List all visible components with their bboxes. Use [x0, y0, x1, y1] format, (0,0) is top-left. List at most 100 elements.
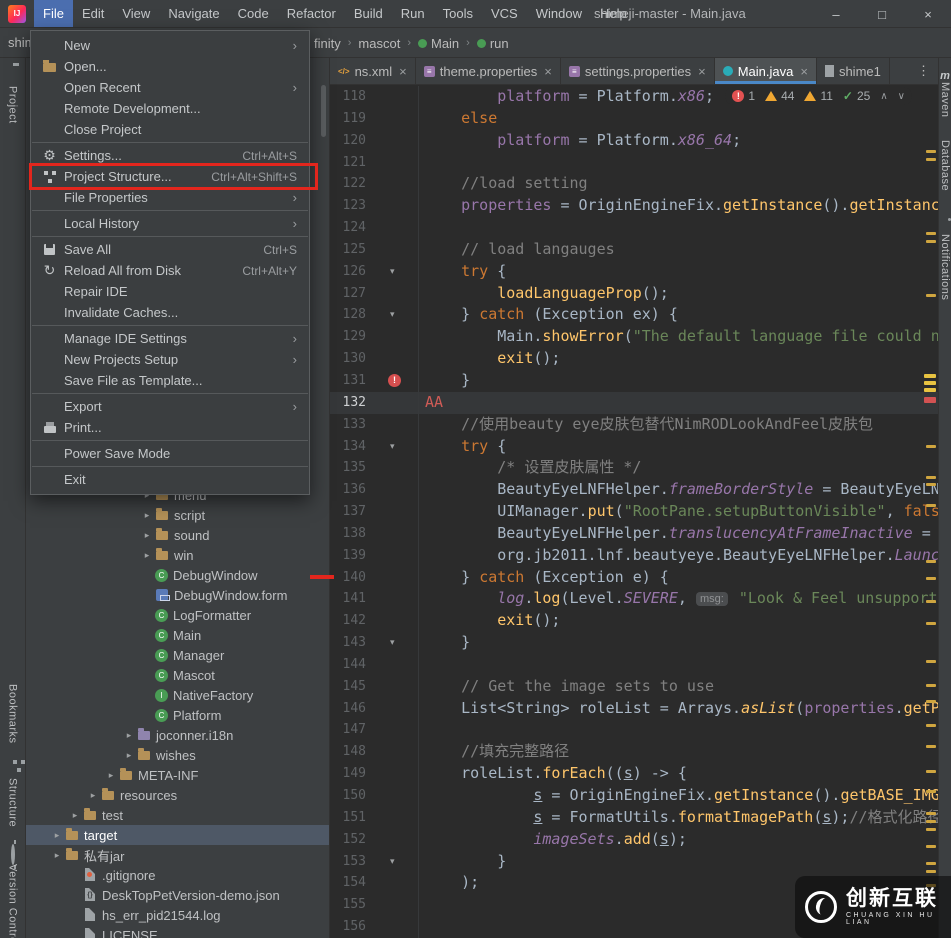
stripe-mark[interactable]: [926, 790, 936, 793]
tab-options-icon[interactable]: ⋮: [909, 58, 938, 84]
tree-item-test[interactable]: ▸test: [26, 805, 329, 825]
stripe-mark[interactable]: [926, 828, 936, 831]
tree-item-私有jar[interactable]: ▸私有jar: [26, 845, 329, 865]
stripe-mark[interactable]: [926, 812, 936, 815]
error-stripe[interactable]: [924, 85, 938, 938]
menu-item-repair-ide[interactable]: Repair IDE: [31, 281, 309, 302]
maximize-button[interactable]: □: [859, 0, 905, 28]
menu-code[interactable]: Code: [229, 0, 278, 27]
fold-icon[interactable]: ▾: [390, 436, 395, 458]
menu-item-open[interactable]: Open...: [31, 56, 309, 77]
stripe-mark[interactable]: [924, 381, 936, 385]
tab-main-java[interactable]: Main.java×: [715, 58, 817, 84]
stripe-mark[interactable]: [924, 374, 936, 378]
breadcrumb-item-run[interactable]: run: [477, 36, 509, 51]
tab-close-icon[interactable]: ×: [698, 64, 706, 79]
tree-item-meta-inf[interactable]: ▸META-INF: [26, 765, 329, 785]
tree-expand-icon[interactable]: ▸: [104, 770, 118, 781]
menu-refactor[interactable]: Refactor: [278, 0, 345, 27]
inspection-weak-warnings[interactable]: 11: [804, 89, 832, 103]
menu-view[interactable]: View: [113, 0, 159, 27]
menu-item-save-all[interactable]: Save AllCtrl+S: [31, 239, 309, 260]
sidebar-item-structure[interactable]: Structure: [7, 778, 19, 832]
tree-item-target[interactable]: ▸target: [26, 825, 329, 845]
stripe-mark[interactable]: [926, 622, 936, 625]
stripe-mark[interactable]: [924, 397, 936, 403]
menu-item-save-file-as-template[interactable]: Save File as Template...: [31, 370, 309, 391]
tree-item-win[interactable]: ▸win: [26, 545, 329, 565]
stripe-mark[interactable]: [926, 232, 936, 235]
menu-item-open-recent[interactable]: Open Recent›: [31, 77, 309, 98]
menu-navigate[interactable]: Navigate: [159, 0, 228, 27]
breadcrumb-item-mascot[interactable]: mascot: [358, 36, 400, 51]
tree-expand-icon[interactable]: ▸: [140, 530, 154, 541]
menu-build[interactable]: Build: [345, 0, 392, 27]
close-button[interactable]: ×: [905, 0, 951, 28]
stripe-mark[interactable]: [926, 745, 936, 748]
tab-ns-xml[interactable]: </>ns.xml×: [330, 58, 416, 84]
menu-item-file-properties[interactable]: File Properties›: [31, 187, 309, 208]
menu-item-exit[interactable]: Exit: [31, 469, 309, 490]
stripe-mark[interactable]: [926, 476, 936, 479]
menu-item-remote-development[interactable]: Remote Development...: [31, 98, 309, 119]
tree-item-gitignore[interactable]: .gitignore: [26, 865, 329, 885]
tree-item-mascot[interactable]: CMascot: [26, 665, 329, 685]
menu-file[interactable]: File: [34, 0, 73, 27]
tree-item-script[interactable]: ▸script: [26, 505, 329, 525]
tree-item-debugwindow-form[interactable]: DebugWindow.form: [26, 585, 329, 605]
tree-expand-icon[interactable]: ▸: [50, 850, 64, 861]
menu-tools[interactable]: Tools: [434, 0, 482, 27]
tree-item-license[interactable]: LICENSE: [26, 925, 329, 938]
tree-item-manager[interactable]: CManager: [26, 645, 329, 665]
tree-expand-icon[interactable]: ▸: [86, 790, 100, 801]
inspection-errors[interactable]: ! 1: [732, 89, 755, 103]
menu-item-print[interactable]: Print...: [31, 417, 309, 438]
tree-expand-icon[interactable]: ▸: [140, 550, 154, 561]
tree-item-logformatter[interactable]: CLogFormatter: [26, 605, 329, 625]
tree-item-desktoppetversion-demo-json[interactable]: {}DeskTopPetVersion-demo.json: [26, 885, 329, 905]
menu-item-manage-ide-settings[interactable]: Manage IDE Settings›: [31, 328, 309, 349]
menu-vcs[interactable]: VCS: [482, 0, 527, 27]
menu-item-settings[interactable]: Settings...Ctrl+Alt+S: [31, 145, 309, 166]
vcs-icon[interactable]: [11, 846, 15, 864]
tab-shime1[interactable]: shime1: [817, 58, 890, 84]
stripe-mark[interactable]: [926, 560, 936, 563]
stripe-mark[interactable]: [926, 724, 936, 727]
tree-item-wishes[interactable]: ▸wishes: [26, 745, 329, 765]
stripe-mark[interactable]: [926, 483, 936, 486]
tree-item-resources[interactable]: ▸resources: [26, 785, 329, 805]
tree-item-platform[interactable]: CPlatform: [26, 705, 329, 725]
sidebar-item-database[interactable]: Database: [939, 140, 951, 196]
stripe-mark[interactable]: [926, 150, 936, 153]
menu-item-close-project[interactable]: Close Project: [31, 119, 309, 140]
menu-item-project-structure[interactable]: Project Structure...Ctrl+Alt+Shift+S: [31, 166, 309, 187]
stripe-mark[interactable]: [924, 388, 936, 392]
menu-window[interactable]: Window: [527, 0, 591, 27]
stripe-mark[interactable]: [926, 504, 936, 507]
menu-item-reload-all-from-disk[interactable]: Reload All from DiskCtrl+Alt+Y: [31, 260, 309, 281]
sidebar-item-notifications[interactable]: Notifications: [939, 234, 951, 305]
stripe-mark[interactable]: [926, 577, 936, 580]
fold-icon[interactable]: ▾: [390, 851, 395, 873]
menu-item-new-projects-setup[interactable]: New Projects Setup›: [31, 349, 309, 370]
menu-item-export[interactable]: Export›: [31, 396, 309, 417]
menu-edit[interactable]: Edit: [73, 0, 113, 27]
stripe-mark[interactable]: [926, 660, 936, 663]
stripe-mark[interactable]: [926, 845, 936, 848]
tab-close-icon[interactable]: ×: [399, 64, 407, 79]
stripe-mark[interactable]: [926, 770, 936, 773]
stripe-mark[interactable]: [926, 445, 936, 448]
inspection-warnings[interactable]: 44: [765, 89, 794, 103]
tab-close-icon[interactable]: ×: [800, 64, 808, 79]
tree-expand-icon[interactable]: ▸: [140, 510, 154, 521]
stripe-mark[interactable]: [926, 862, 936, 865]
fold-icon[interactable]: ▾: [390, 261, 395, 283]
menu-run[interactable]: Run: [392, 0, 434, 27]
sidebar-item-project[interactable]: Project: [7, 86, 19, 129]
stripe-mark[interactable]: [926, 700, 936, 703]
stripe-mark[interactable]: [926, 684, 936, 687]
minimize-button[interactable]: –: [813, 0, 859, 28]
tree-item-sound[interactable]: ▸sound: [26, 525, 329, 545]
inspection-passed[interactable]: ✓ 25: [843, 89, 870, 103]
stripe-mark[interactable]: [926, 294, 936, 297]
